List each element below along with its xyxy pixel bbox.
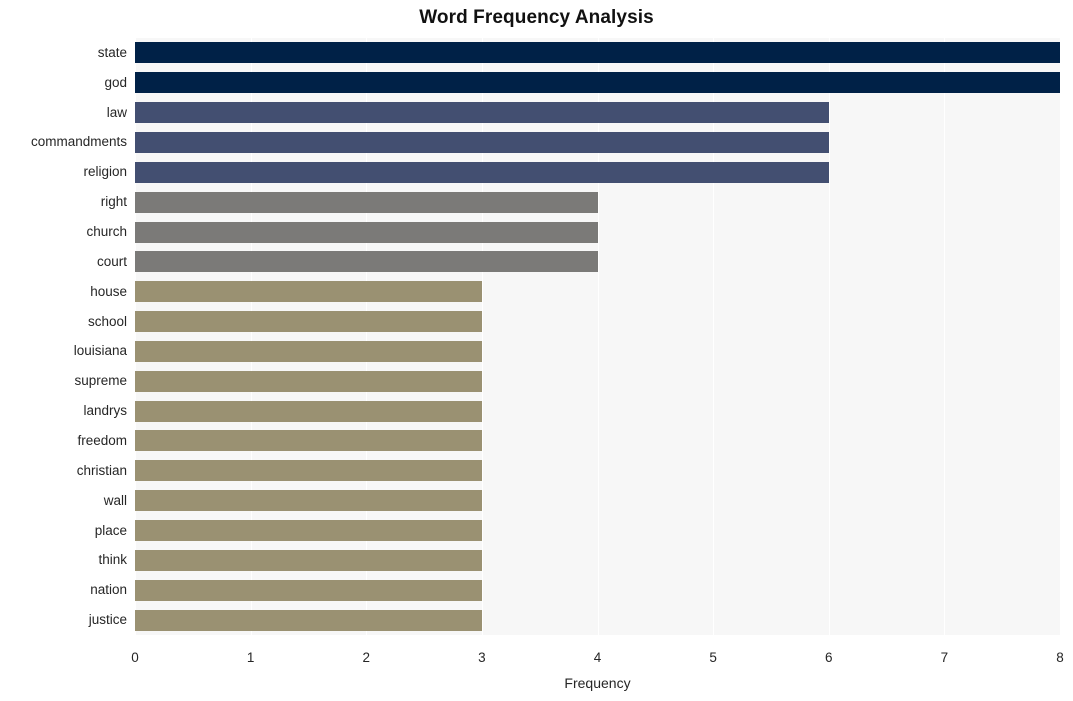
gridline <box>250 38 252 635</box>
gridline <box>944 38 946 635</box>
x-tick-label: 2 <box>362 650 370 665</box>
x-tick-label: 5 <box>709 650 717 665</box>
x-tick-label: 8 <box>1056 650 1064 665</box>
bar <box>135 520 482 542</box>
y-tick-label: religion <box>83 164 127 180</box>
y-axis: state god law commandments religion right chur… <box>0 38 127 635</box>
x-tick-label: 0 <box>131 650 139 665</box>
y-tick-label: court <box>96 253 127 269</box>
bar <box>135 579 482 601</box>
y-tick-label: supreme <box>74 373 127 389</box>
bar <box>135 311 482 333</box>
chart-title: Word Frequency Analysis <box>419 7 654 28</box>
plot-area <box>135 38 1060 635</box>
bar <box>135 281 482 303</box>
bar <box>135 72 1060 94</box>
y-tick-label: wall <box>103 492 127 508</box>
bar <box>135 221 598 243</box>
bar <box>135 131 829 153</box>
bar <box>135 460 482 482</box>
y-tick-label: christian <box>76 462 127 478</box>
y-tick-label: think <box>98 552 127 568</box>
y-tick-label: state <box>97 44 127 60</box>
bar <box>135 609 482 631</box>
y-tick-label: school <box>87 313 127 329</box>
x-tick-label: 4 <box>593 650 602 665</box>
y-tick-label: church <box>86 224 127 240</box>
gridline <box>828 38 830 635</box>
y-tick-label: god <box>104 74 127 90</box>
chart-figure: Word Frequency Analysis state god law comma… <box>0 0 1073 701</box>
y-tick-label: justice <box>88 612 127 628</box>
x-tick-label: 1 <box>246 650 255 665</box>
x-tick-label: 3 <box>478 650 486 665</box>
bar <box>135 549 482 571</box>
bar <box>135 340 482 362</box>
y-tick-label: law <box>106 104 127 120</box>
y-tick-label: landrys <box>83 403 127 419</box>
y-tick-label: freedom <box>77 432 127 448</box>
y-tick-label: right <box>100 194 127 210</box>
y-tick-label: place <box>94 522 127 538</box>
bar <box>135 191 598 213</box>
x-axis-title: Frequency <box>564 675 631 691</box>
gridline <box>713 38 715 635</box>
y-tick-label: commandments <box>30 134 127 150</box>
bar <box>135 370 482 392</box>
bar <box>135 490 482 512</box>
bar <box>135 161 829 183</box>
bar <box>135 251 598 273</box>
bar <box>135 430 482 452</box>
bar <box>135 42 1060 64</box>
gridline <box>366 38 368 635</box>
y-tick-label: nation <box>90 582 127 598</box>
y-tick-label: house <box>90 283 127 299</box>
gridline <box>597 38 599 635</box>
y-tick-label: louisiana <box>73 343 127 359</box>
gridline <box>135 38 136 635</box>
bar <box>135 400 482 422</box>
x-tick-label: 6 <box>824 650 833 665</box>
bar <box>135 102 829 124</box>
x-axis: 0 1 2 3 4 5 6 7 8 <box>0 650 1073 670</box>
gridline <box>481 38 483 635</box>
x-tick-label: 7 <box>940 650 949 665</box>
